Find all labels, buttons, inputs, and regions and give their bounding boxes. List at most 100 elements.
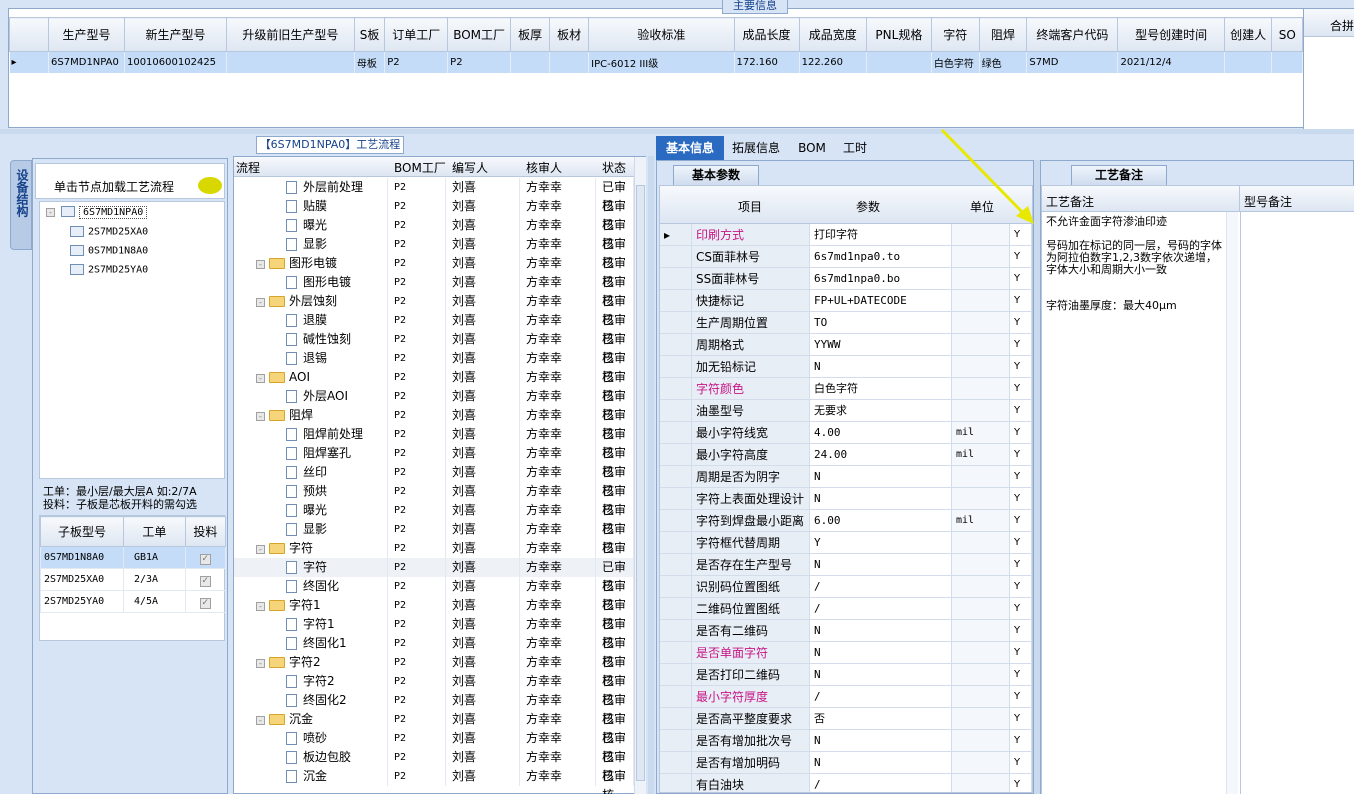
process-step-row[interactable]: 预烘 P2 刘喜 方幸幸 已审核: [234, 482, 634, 517]
column-header[interactable]: PNL规格: [865, 17, 932, 52]
param-value[interactable]: 否: [810, 708, 952, 730]
param-value[interactable]: /: [810, 774, 952, 792]
collapse-icon[interactable]: -: [256, 545, 265, 554]
cell[interactable]: 母板: [354, 51, 386, 73]
cell[interactable]: 6S7MD1NPA0: [48, 51, 125, 73]
param-value[interactable]: N: [810, 752, 952, 774]
process-step-row[interactable]: 阻焊塞孔 P2 刘喜 方幸幸 已审核: [234, 444, 634, 479]
sub-order-cell[interactable]: 2/3A: [123, 568, 186, 591]
param-value[interactable]: 4.00: [810, 422, 952, 444]
column-header[interactable]: SO: [1271, 17, 1303, 52]
cell[interactable]: 172.160: [734, 51, 800, 73]
scroll-thumb[interactable]: [636, 185, 645, 781]
tab-basic-info[interactable]: 基本信息: [656, 136, 724, 160]
cell[interactable]: 绿色: [979, 51, 1028, 73]
process-header[interactable]: 状态: [602, 159, 626, 176]
param-row[interactable]: 是否高平整度要求否 Y: [660, 708, 1032, 730]
process-step-row[interactable]: 外层AOI P2 刘喜 方幸幸 已审核: [234, 387, 634, 422]
process-step-row[interactable]: 显影 P2 刘喜 方幸幸 已审核: [234, 520, 634, 555]
process-header[interactable]: 编写人: [452, 159, 488, 176]
param-row[interactable]: 是否有二维码 N Y: [660, 620, 1032, 642]
column-header[interactable]: 板厚: [510, 17, 551, 52]
param-row[interactable]: 是否单面字符 N Y: [660, 642, 1032, 664]
tab-work-hours[interactable]: 工时: [838, 136, 872, 160]
process-step-row[interactable]: 阻焊前处理 P2 刘喜 方幸幸 已审核: [234, 425, 634, 460]
column-header[interactable]: S板: [353, 17, 386, 52]
param-value[interactable]: 6s7md1npa0.to: [810, 246, 952, 268]
param-value[interactable]: 24.00: [810, 444, 952, 466]
column-header[interactable]: 终端客户代码: [1026, 17, 1119, 52]
collapse-icon[interactable]: -: [256, 260, 265, 269]
process-step-row[interactable]: 沉金 P2 刘喜方幸幸已审核: [234, 767, 634, 794]
param-header[interactable]: 参数: [856, 198, 880, 215]
cell[interactable]: [549, 51, 590, 73]
param-value[interactable]: /: [810, 686, 952, 708]
sub-board-row[interactable]: 2S7MD25YA0 4/5A ✓: [40, 590, 227, 613]
param-value[interactable]: 6.00: [810, 510, 952, 532]
param-row[interactable]: 加无铅标记 N Y: [660, 356, 1032, 378]
cell[interactable]: [226, 51, 355, 73]
param-row[interactable]: 字符颜色 白色字符 Y: [660, 378, 1032, 400]
param-row[interactable]: 是否有增加批次号 N Y: [660, 730, 1032, 752]
load-flow-hint[interactable]: 单击节点加载工艺流程: [35, 163, 225, 199]
sub-header[interactable]: 工单: [123, 516, 186, 547]
param-row[interactable]: 识别码位置图纸 / Y: [660, 576, 1032, 598]
param-value[interactable]: N: [810, 488, 952, 510]
param-value[interactable]: N: [810, 620, 952, 642]
sub-order-cell[interactable]: 4/5A: [123, 590, 186, 613]
process-step-row[interactable]: 曝光 P2 刘喜 方幸幸 已审核: [234, 216, 634, 251]
sub-order-cell[interactable]: GB1A: [123, 546, 186, 569]
process-group-row[interactable]: - 图形电镀 P2 刘喜 方幸幸 已审核: [234, 254, 634, 289]
cell[interactable]: S7MD: [1026, 51, 1119, 73]
process-group-row[interactable]: - 字符2 P2 刘喜 方幸幸 已审核: [234, 653, 634, 688]
sub-header[interactable]: 子板型号: [40, 516, 124, 547]
process-group-row[interactable]: - 字符 P2 刘喜方幸幸已审核: [234, 539, 634, 574]
column-header[interactable]: 板材: [549, 17, 590, 52]
param-row[interactable]: 字符到焊盘最小距离 6.00 mil Y: [660, 510, 1032, 532]
column-header[interactable]: 新生产型号: [123, 17, 227, 52]
cell[interactable]: P2: [447, 51, 512, 73]
tree-root-node[interactable]: - 6S7MD1NPA0: [46, 205, 148, 219]
column-header[interactable]: 成品宽度: [798, 17, 867, 52]
process-group-row[interactable]: - 字符1 P2 刘喜 方幸幸 已审核: [234, 596, 634, 631]
param-row[interactable]: CS面菲林号 6s7md1npa0.to Y: [660, 246, 1032, 268]
collapse-icon[interactable]: -: [256, 602, 265, 611]
remark-text[interactable]: 不允许金面字符渗油印迹 号码加在标记的同一层，号码的字体为阿拉伯数字1,2,3数…: [1046, 216, 1224, 312]
checkbox[interactable]: ✓: [199, 554, 211, 565]
checkbox[interactable]: ✓: [199, 576, 211, 587]
param-row[interactable]: 周期是否为阴字 N Y: [660, 466, 1032, 488]
param-row[interactable]: 字符框代替周期 Y Y: [660, 532, 1032, 554]
process-step-row[interactable]: 贴膜 P2 刘喜 方幸幸 已审核: [234, 197, 634, 232]
sub-board-row[interactable]: 0S7MD1N8A0 GB1A ✓: [40, 546, 227, 569]
process-step-row[interactable]: 碱性蚀刻 P2 刘喜 方幸幸 已审核: [234, 330, 634, 365]
param-value[interactable]: /: [810, 576, 952, 598]
collapse-icon[interactable]: -: [46, 207, 55, 217]
column-header[interactable]: BOM工厂: [447, 17, 512, 52]
tree-child-node[interactable]: 0S7MD1N8A0: [70, 245, 148, 257]
column-header[interactable]: 订单工厂: [384, 17, 449, 52]
process-header[interactable]: 核审人: [526, 159, 562, 176]
sub-check-cell[interactable]: ✓: [184, 568, 227, 591]
cell[interactable]: 2021/12/4: [1117, 51, 1225, 73]
process-step-row[interactable]: 终固化2 P2 刘喜 方幸幸 已审核: [234, 691, 634, 726]
collapse-icon[interactable]: -: [256, 412, 265, 421]
collapse-icon[interactable]: -: [256, 374, 265, 383]
process-step-row[interactable]: 图形电镀 P2 刘喜 方幸幸 已审核: [234, 273, 634, 308]
tree-child-node[interactable]: 2S7MD25YA0: [70, 264, 148, 276]
param-value[interactable]: N: [810, 356, 952, 378]
param-value[interactable]: 6s7md1npa0.bo: [810, 268, 952, 290]
process-header[interactable]: 流程: [236, 159, 260, 176]
param-row[interactable]: 最小字符高度 24.00 mil Y: [660, 444, 1032, 466]
param-row[interactable]: 周期格式 YYWW Y: [660, 334, 1032, 356]
param-value[interactable]: Y: [810, 532, 952, 554]
column-header[interactable]: 字符: [930, 17, 980, 52]
param-row[interactable]: 字符上表面处理设计 N Y: [660, 488, 1032, 510]
remark-tab[interactable]: 工艺备注: [1071, 165, 1167, 185]
tree-child-node[interactable]: 2S7MD25XA0: [70, 226, 148, 238]
process-step-row[interactable]: 字符1 P2 刘喜 方幸幸 已审核: [234, 615, 634, 650]
column-header[interactable]: 创建人: [1223, 17, 1273, 52]
cell[interactable]: 白色字符: [931, 51, 980, 73]
tab-extended-info[interactable]: 拓展信息: [728, 136, 784, 160]
param-value[interactable]: N: [810, 466, 952, 488]
process-scrollbar[interactable]: [634, 157, 646, 794]
